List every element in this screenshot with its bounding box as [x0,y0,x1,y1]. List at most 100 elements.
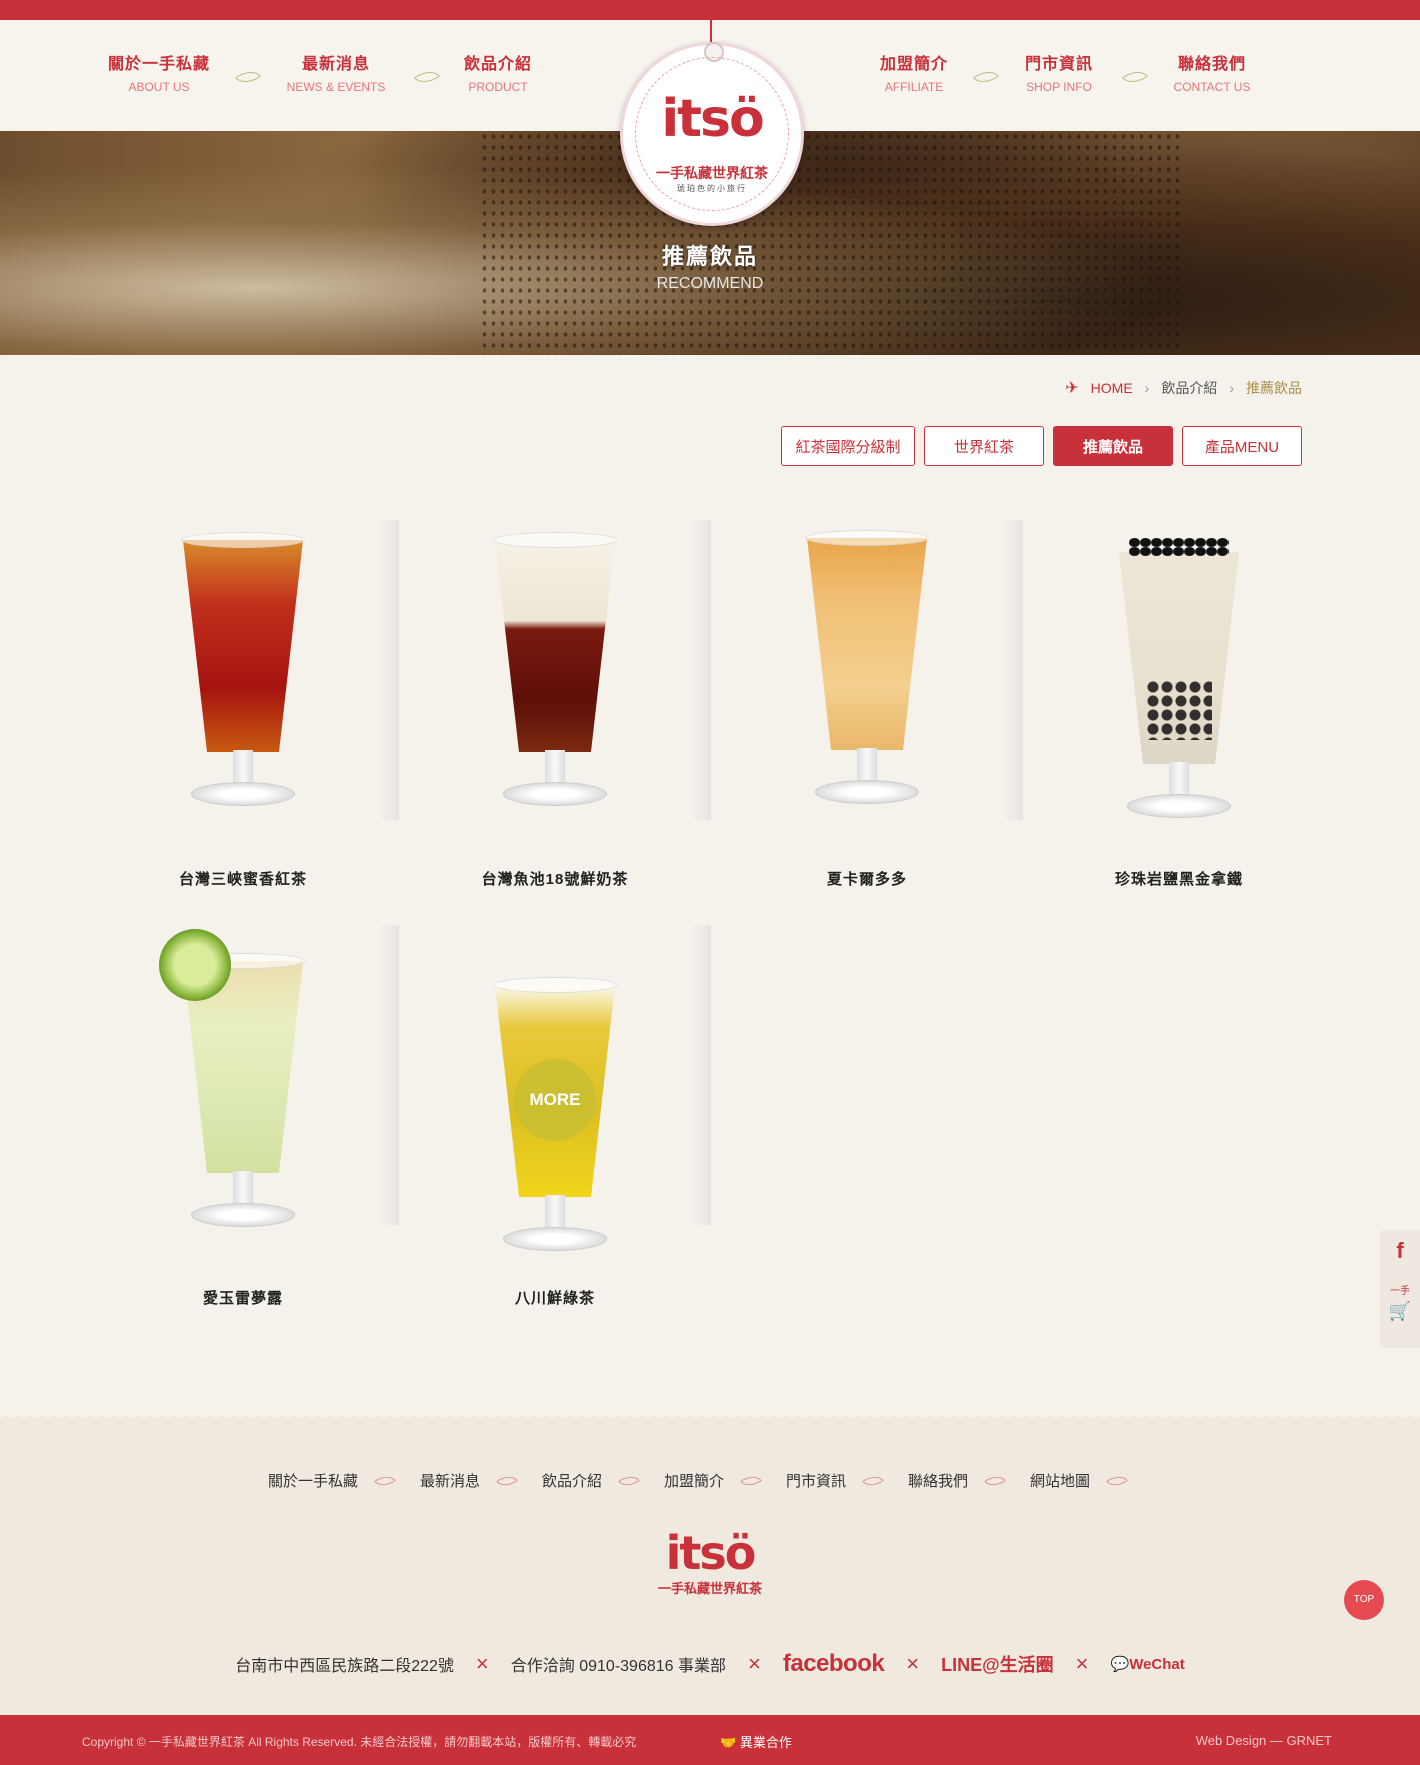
drink-image [168,526,318,826]
cross-divider-icon: × [748,1651,761,1676]
footer-nav-product[interactable]: 飲品介紹 [541,1470,640,1491]
footer-nav: 關於一手私藏 最新消息 飲品介紹 加盟簡介 門市資訊 聯絡我們 網站地圖 [0,1470,1420,1491]
leaf-divider-icon [862,1470,884,1491]
category-tabs: 紅茶國際分級制 世界紅茶 推薦飲品 產品MENU [781,426,1302,466]
footer-nav-label: 門市資訊 [786,1473,847,1490]
product-card[interactable]: 台灣魚池18號鮮奶茶 [399,520,711,920]
footer-logo[interactable]: itsö 一手私藏世界紅茶 [0,1526,1420,1597]
product-card[interactable]: MORE 八川鮮綠茶 [399,925,711,1325]
tab-menu[interactable]: 產品MENU [1182,426,1302,466]
nav-shop-info-label: 門市資訊 [1024,56,1093,73]
logo-subtitle: 一手私藏世界紅茶 [656,165,768,181]
leaf-divider-icon [496,1470,518,1491]
nav-about-label: 關於一手私藏 [107,56,210,73]
chevron-right-icon: › [1229,380,1234,396]
product-card[interactable]: 夏卡爾多多 [711,520,1023,920]
footer-nav-contact[interactable]: 聯絡我們 [908,1470,1006,1491]
wechat-label: WeChat [1129,1656,1185,1673]
product-name: 台灣三峽蜜香紅茶 [178,871,307,888]
cross-divider-icon: × [1075,1651,1089,1676]
card-shadow [379,520,399,820]
nav-contact-label: 聯絡我們 [1177,56,1246,73]
nav-affiliate-label: 加盟簡介 [879,56,948,73]
partner-link[interactable]: 🤝 異業合作 [720,1732,792,1751]
product-name: 珍珠岩鹽黑金拿鐵 [1114,871,1243,888]
leaf-divider-icon [984,1470,1006,1491]
product-name: 愛玉雷夢露 [202,1290,283,1307]
tab-tea-grading[interactable]: 紅茶國際分級制 [781,426,915,466]
card-shadow [379,925,399,1225]
more-button[interactable]: MORE [514,1059,596,1141]
product-name: 夏卡爾多多 [826,871,907,888]
footer-address: 台南市中西區民族路二段222號 [235,1658,454,1675]
nav-news-label: 最新消息 [301,56,370,73]
footer-nav-label: 最新消息 [419,1473,480,1490]
nav-news[interactable]: 最新消息 NEWS & EVENTS [266,50,406,94]
product-name: 八川鮮綠茶 [514,1290,595,1307]
tab-world-tea[interactable]: 世界紅茶 [924,426,1044,466]
nav-product-label: 飲品介紹 [463,56,532,73]
product-name: 台灣魚池18號鮮奶茶 [481,871,629,888]
side-shop-label[interactable]: 一手 [1380,1282,1420,1297]
nav-contact[interactable]: 聯絡我們 CONTACT US [1142,50,1282,94]
site-logo[interactable]: itsö 一手私藏世界紅茶 琥珀色的小旅行 [620,42,804,226]
chevron-right-icon: › [1144,380,1150,396]
nav-news-sublabel: NEWS & EVENTS [286,80,386,94]
wechat-link[interactable]: 💬WeChat [1111,1655,1185,1673]
logo-tagline: 琥珀色的小旅行 [677,184,747,193]
card-shadow [691,520,711,820]
cart-icon[interactable]: 🛒 [1380,1301,1420,1322]
footer-nav-label: 網站地圖 [1030,1473,1091,1490]
footer-nav-label: 加盟簡介 [663,1473,724,1490]
nav-product-sublabel: PRODUCT [468,80,528,94]
breadcrumb-product[interactable]: 飲品介紹 [1161,378,1217,398]
nav-affiliate-sublabel: AFFILIATE [884,80,944,94]
footer-nav-about[interactable]: 關於一手私藏 [267,1470,396,1491]
product-card[interactable]: 愛玉雷夢露 [87,925,399,1325]
facebook-icon[interactable]: f [1380,1238,1420,1264]
leaf-divider-icon [740,1470,762,1491]
footer-logo-subtitle: 一手私藏世界紅茶 [657,1581,762,1596]
footer-logo-wordmark: itsö [665,1526,757,1580]
web-design-credit[interactable]: Web Design — GRNET [1196,1733,1332,1748]
nav-shop-info[interactable]: 門市資訊 SHOP INFO [989,50,1129,94]
nav-affiliate[interactable]: 加盟簡介 AFFILIATE [844,50,984,94]
footer-nav-label: 聯絡我們 [908,1473,969,1490]
footer-nav-sitemap[interactable]: 網站地圖 [1030,1470,1128,1491]
product-card[interactable]: 珍珠岩鹽黑金拿鐵 [1023,520,1335,920]
side-social-bar: f 一手 🛒 [1380,1230,1420,1348]
back-to-top-button[interactable]: TOP [1344,1580,1384,1620]
footer-nav-label: 關於一手私藏 [267,1473,358,1490]
footer-nav-news[interactable]: 最新消息 [419,1470,518,1491]
drink-image [1104,538,1254,838]
nav-about[interactable]: 關於一手私藏 ABOUT US [89,50,229,94]
cross-divider-icon: × [475,1651,489,1676]
nav-product[interactable]: 飲品介紹 PRODUCT [428,50,568,94]
breadcrumb-home[interactable]: HOME [1091,380,1133,396]
leaf-divider-icon [374,1470,396,1491]
tab-recommend[interactable]: 推薦飲品 [1053,426,1173,466]
leaf-divider-icon [1106,1470,1128,1491]
breadcrumb-current: 推薦飲品 [1246,380,1302,396]
copyright-bar: Copyright © 一手私藏世界紅茶 All Rights Reserved… [0,1715,1420,1765]
line-link[interactable]: LINE@生活圈 [941,1651,1054,1677]
nav-shop-info-sublabel: SHOP INFO [1026,80,1092,94]
footer-info: 台南市中西區民族路二段222號 × 合作洽詢 0910-396816 事業部 ×… [0,1650,1420,1678]
handshake-icon: 🤝 [720,1735,740,1750]
facebook-link[interactable]: facebook [783,1650,885,1678]
card-shadow [691,925,711,1225]
footer-nav-label: 飲品介紹 [541,1473,602,1490]
cross-divider-icon: × [906,1651,920,1676]
card-shadow [1003,520,1023,820]
product-card[interactable]: 台灣三峽蜜香紅茶 [87,520,399,920]
nav-contact-sublabel: CONTACT US [1173,80,1251,94]
drink-image [792,524,942,824]
footer-nav-affiliate[interactable]: 加盟簡介 [663,1470,762,1491]
footer-nav-shop-info[interactable]: 門市資訊 [786,1470,884,1491]
drink-image [480,526,630,826]
hero-title-text: 推薦飲品 [661,244,758,269]
logo-wordmark: itsö [661,89,764,149]
site-footer: 關於一手私藏 最新消息 飲品介紹 加盟簡介 門市資訊 聯絡我們 網站地圖 its… [0,1412,1420,1715]
totop-label: TOP [1353,1594,1375,1605]
airplane-icon: ✈ [1065,380,1079,397]
